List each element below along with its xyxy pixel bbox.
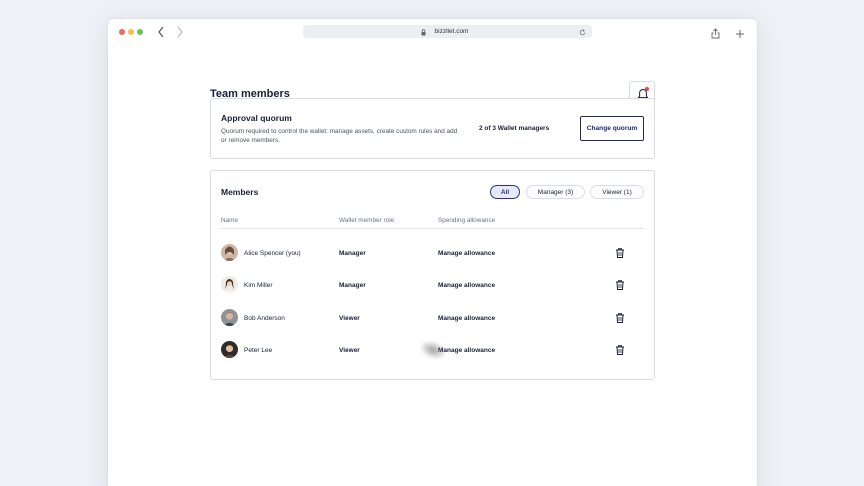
member-name: Bob Anderson bbox=[244, 315, 285, 322]
new-tab-plus-icon[interactable] bbox=[735, 26, 745, 44]
notification-dot bbox=[645, 87, 649, 91]
column-header-name: Name bbox=[221, 217, 239, 224]
member-role: Viewer bbox=[339, 315, 360, 322]
quorum-title: Approval quorum bbox=[221, 113, 292, 123]
member-role: Manager bbox=[339, 282, 366, 289]
quorum-description: Quorum required to control the wallet: m… bbox=[221, 128, 458, 144]
member-name: Kim Miller bbox=[244, 282, 273, 289]
trash-icon[interactable] bbox=[614, 344, 626, 356]
member-name: Peter Lee bbox=[244, 347, 273, 354]
column-header-role: Wallet member role bbox=[339, 217, 395, 224]
reload-icon[interactable] bbox=[579, 28, 586, 41]
url-text: bizzllet.com bbox=[434, 28, 469, 35]
browser-toolbar: bizzllet.com bbox=[108, 19, 757, 45]
avatar bbox=[221, 341, 238, 358]
manage-allowance-link[interactable]: Manage allowance bbox=[438, 282, 495, 289]
quorum-count: 2 of 3 Wallet managers bbox=[479, 125, 550, 132]
browser-window: bizzllet.com Team members Approval quoru… bbox=[108, 19, 757, 486]
forward-arrow-icon[interactable] bbox=[175, 25, 187, 39]
avatar bbox=[221, 276, 238, 293]
avatar bbox=[221, 309, 238, 326]
trash-icon[interactable] bbox=[614, 312, 626, 324]
table-row: Alice Spencer (you) Manager Manage allow… bbox=[211, 241, 656, 265]
close-window-button[interactable] bbox=[119, 29, 125, 35]
column-header-spending: Spending allowance bbox=[438, 217, 496, 224]
table-row: Bob Anderson Viewer Manage allowance bbox=[211, 306, 656, 330]
minimize-window-button[interactable] bbox=[128, 29, 134, 35]
address-bar[interactable]: bizzllet.com bbox=[303, 25, 592, 38]
filter-all-tab[interactable]: All bbox=[490, 185, 520, 199]
table-row: Kim Miller Manager Manage allowance bbox=[211, 273, 656, 297]
members-title: Members bbox=[221, 187, 259, 197]
member-role: Viewer bbox=[339, 347, 360, 354]
header-divider bbox=[221, 228, 644, 229]
back-arrow-icon[interactable] bbox=[156, 25, 168, 39]
manage-allowance-link[interactable]: Manage allowance bbox=[438, 250, 495, 257]
trash-icon[interactable] bbox=[614, 247, 626, 259]
filter-manager-tab[interactable]: Manager (3) bbox=[526, 185, 585, 199]
trash-icon[interactable] bbox=[614, 279, 626, 291]
change-quorum-button[interactable]: Change quorum bbox=[580, 116, 644, 141]
filter-viewer-tab[interactable]: Viewer (1) bbox=[590, 185, 644, 199]
member-role: Manager bbox=[339, 250, 366, 257]
maximize-window-button[interactable] bbox=[137, 29, 143, 35]
avatar bbox=[221, 244, 238, 261]
approval-quorum-card: Approval quorum Quorum required to contr… bbox=[210, 98, 655, 159]
member-name: Alice Spencer (you) bbox=[244, 250, 301, 257]
share-icon[interactable] bbox=[711, 26, 720, 44]
manage-allowance-link[interactable]: Manage allowance bbox=[438, 315, 495, 322]
lock-icon bbox=[421, 28, 426, 41]
